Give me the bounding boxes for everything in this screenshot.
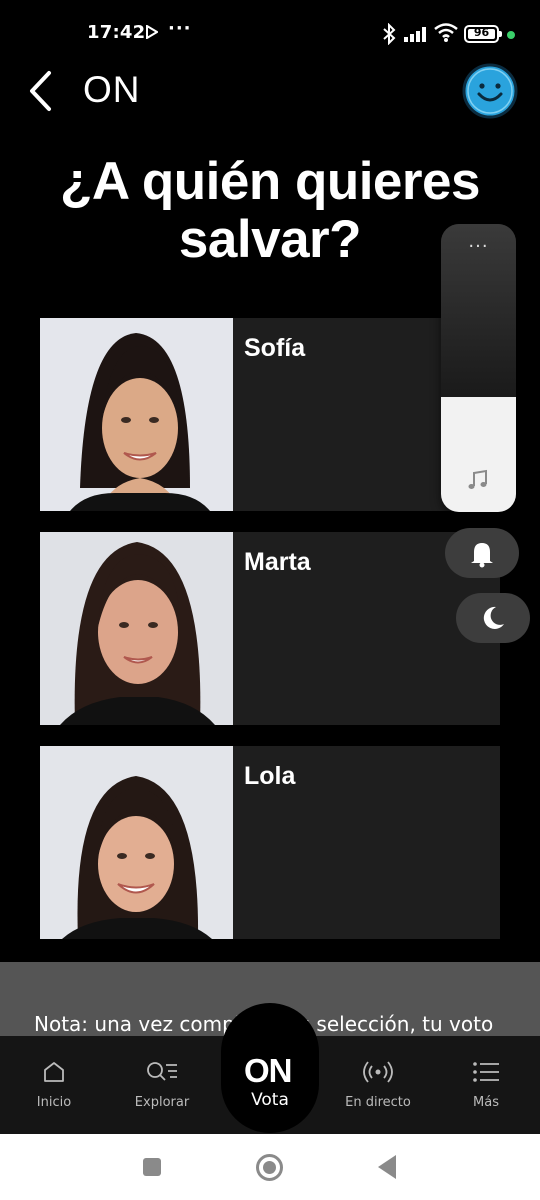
back-button[interactable] (22, 68, 62, 114)
contestant-photo (40, 532, 233, 725)
chevron-left-icon (30, 71, 51, 111)
bell-icon (471, 543, 493, 568)
volume-more-button[interactable]: ··· (441, 236, 516, 257)
menu-list-icon (472, 1060, 500, 1088)
battery-tip (499, 31, 502, 37)
search-list-icon (146, 1060, 178, 1088)
contestant-photo (40, 746, 233, 939)
battery-level: 96 (473, 26, 490, 39)
tab-label: Inicio (36, 1095, 72, 1110)
moon-icon (483, 606, 504, 629)
battery-icon: 96 (464, 25, 499, 43)
wifi-icon (434, 23, 458, 47)
volume-slider[interactable]: ··· (441, 224, 516, 512)
bluetooth-icon (382, 22, 396, 49)
signal-icon (404, 26, 430, 46)
profile-avatar-button[interactable] (462, 63, 518, 119)
broadcast-icon (362, 1060, 394, 1088)
cast-icon (146, 24, 159, 43)
home-button[interactable] (256, 1154, 283, 1181)
do-not-disturb-button[interactable] (456, 593, 530, 643)
ring-mode-button[interactable] (445, 528, 519, 578)
header-title: ON (83, 69, 141, 110)
tab-en-directo[interactable]: En directo (336, 1036, 420, 1134)
tab-mas[interactable]: Más (446, 1036, 526, 1134)
contestant-photo (40, 318, 233, 511)
music-note-icon (466, 468, 490, 496)
contestant-card-sofia[interactable]: Sofía (40, 318, 500, 511)
home-icon (42, 1060, 66, 1088)
tab-vota-label: Vota (251, 1090, 289, 1110)
recents-button[interactable] (143, 1158, 161, 1176)
headline-line-1: ¿A quién quieres (60, 152, 481, 211)
tab-inicio[interactable]: Inicio (14, 1036, 94, 1134)
tab-label: Más (473, 1095, 499, 1110)
on-logo: ON (244, 1052, 292, 1089)
notification-more-icon: ··· (168, 18, 192, 39)
tab-label: En directo (345, 1095, 411, 1110)
contestant-name: Marta (244, 548, 311, 576)
status-time: 17:42 (87, 22, 146, 43)
contestant-name: Sofía (244, 334, 306, 362)
contestant-card-lola[interactable]: Lola (40, 746, 500, 939)
contestant-card-marta[interactable]: Marta (40, 532, 500, 725)
smiley-face-icon (462, 63, 518, 119)
tab-label: Explorar (134, 1095, 190, 1110)
tab-explorar[interactable]: Explorar (122, 1036, 202, 1134)
status-bar: 17:42 ··· 96 (0, 0, 540, 70)
system-back-button[interactable] (378, 1155, 396, 1179)
charging-dot (507, 31, 515, 39)
contestant-name: Lola (244, 762, 296, 790)
